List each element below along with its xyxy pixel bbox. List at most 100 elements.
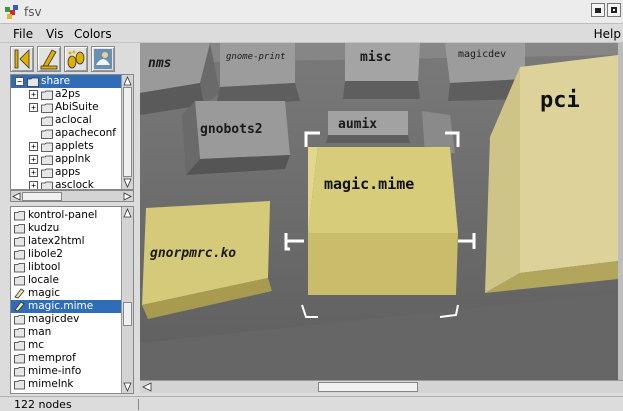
list-item[interactable]: locale (11, 274, 121, 287)
tree-item[interactable]: + applnk (11, 153, 123, 166)
minimize-button[interactable] (591, 3, 605, 17)
block-label: magic.mime (324, 175, 414, 193)
bird-view-button[interactable] (91, 46, 115, 72)
list-item[interactable]: latex2html (11, 235, 121, 248)
menu-vis[interactable]: Vis (46, 27, 64, 41)
folder-icon (14, 250, 25, 260)
cd-up-button[interactable] (37, 46, 61, 72)
list-item-label: magic (28, 287, 61, 299)
tree-item[interactable]: aclocal (11, 114, 123, 127)
menu-file[interactable]: File (13, 27, 33, 41)
scroll-right-arrow-icon[interactable] (123, 192, 132, 201)
collapse-icon[interactable]: − (15, 77, 24, 86)
tree-hscroll-thumb[interactable] (22, 192, 62, 201)
block-label: gnobots2 (200, 122, 263, 137)
tree-item[interactable]: + AbiSuite (11, 101, 123, 114)
block-aumix[interactable]: aumix (326, 111, 410, 143)
scroll-left-arrow-icon[interactable] (142, 382, 152, 392)
view-right-edge (618, 43, 623, 380)
tree-horizontal-scrollbar[interactable] (10, 190, 134, 202)
file-icon (14, 301, 25, 312)
tree-item[interactable]: + asclock (11, 179, 123, 189)
list-item[interactable]: man (11, 326, 121, 339)
folder-icon (41, 90, 53, 100)
window-title: fsv (24, 5, 42, 19)
menu-colors[interactable]: Colors (74, 27, 112, 41)
expand-icon[interactable]: + (29, 142, 38, 151)
block-misc[interactable]: misc (343, 43, 420, 99)
folder-icon (14, 237, 25, 247)
folder-icon (41, 129, 53, 139)
tree-item-label: applets (55, 140, 94, 152)
list-item[interactable]: memprof (11, 352, 121, 365)
list-item[interactable]: mimelnk (11, 378, 121, 391)
folder-icon (14, 276, 25, 286)
expand-icon[interactable]: + (29, 90, 38, 99)
tree-item-label: a2ps (55, 88, 81, 100)
folder-icon (41, 116, 53, 126)
expand-icon[interactable]: + (29, 168, 38, 177)
tree-item-label: apps (55, 166, 81, 178)
list-item-label: mimelnk (28, 378, 74, 390)
folder-icon (14, 341, 25, 351)
scroll-up-arrow-icon[interactable] (123, 208, 132, 218)
tree-scroll-thumb[interactable] (123, 87, 132, 177)
file-list[interactable]: kontrol-panel kudzu latex2html libole2 libto… (10, 206, 134, 394)
folder-icon (14, 315, 25, 325)
list-item-label: magicdev (28, 313, 80, 325)
block-gnome-print[interactable]: gnome-print (216, 43, 300, 105)
list-item-label: magic.mime (28, 300, 94, 312)
filesystem-3d-view[interactable]: nms gnome-print misc magicdev gnobots2 a… (140, 43, 618, 380)
directory-tree[interactable]: − share + a2ps + AbiSuite aclocal apacheconf + ap… (10, 74, 134, 190)
list-item[interactable]: libole2 (11, 248, 121, 261)
menu-help[interactable]: Help (594, 27, 621, 41)
bird-view-icon (94, 49, 112, 69)
status-separator (138, 399, 139, 410)
list-item-label: libtool (28, 261, 61, 273)
list-item[interactable]: libtool (11, 261, 121, 274)
block-label: pci (540, 88, 580, 113)
block-magic-mime[interactable]: magic.mime (284, 131, 476, 318)
tree-item[interactable]: + apps (11, 166, 123, 179)
list-vertical-scrollbar[interactable] (121, 207, 133, 393)
block-label: magicdev (458, 49, 506, 60)
cd-up-icon (40, 49, 58, 70)
back-to-root-button[interactable] (10, 46, 34, 72)
block-gnobots2[interactable]: gnobots2 (182, 101, 290, 175)
tree-item[interactable]: − share (11, 75, 123, 88)
list-item[interactable]: magic (11, 287, 121, 300)
tree-item[interactable]: + a2ps (11, 88, 123, 101)
scroll-left-arrow-icon[interactable] (12, 192, 21, 201)
view-hscroll-thumb[interactable] (318, 382, 418, 392)
folder-icon (14, 328, 25, 338)
scroll-down-arrow-icon[interactable] (123, 178, 132, 188)
list-item-label: libole2 (28, 248, 63, 260)
tree-item[interactable]: apacheconf (11, 127, 123, 140)
expand-icon[interactable]: + (29, 181, 38, 189)
list-scroll-thumb[interactable] (123, 302, 132, 326)
view-horizontal-scrollbar[interactable] (140, 380, 623, 393)
status-bar: 122 nodes (0, 396, 623, 411)
folder-icon (14, 224, 25, 234)
maximize-button[interactable] (607, 3, 621, 17)
tree-vertical-scrollbar[interactable] (121, 75, 133, 189)
title-bar: fsv (0, 0, 623, 24)
list-item[interactable]: magic.mime (11, 300, 121, 313)
expand-icon[interactable]: + (29, 155, 38, 164)
scroll-down-arrow-icon[interactable] (123, 382, 132, 392)
block-label: gnorpmrc.ko (150, 246, 236, 261)
scroll-up-arrow-icon[interactable] (123, 76, 132, 86)
block-label: misc (360, 50, 391, 65)
folder-icon (14, 367, 25, 377)
expand-icon[interactable]: + (29, 103, 38, 112)
tree-item[interactable]: + applets (11, 140, 123, 153)
footprints-button[interactable] (64, 46, 88, 72)
list-item[interactable]: kudzu (11, 222, 121, 235)
list-item[interactable]: mime-info (11, 365, 121, 378)
list-item[interactable]: kontrol-panel (11, 209, 121, 222)
list-item[interactable]: magicdev (11, 313, 121, 326)
tree-item-label: apacheconf (55, 127, 116, 139)
list-item[interactable]: mc (11, 339, 121, 352)
block-label: gnome-print (226, 52, 286, 62)
menu-bar: File Vis Colors Help (0, 24, 623, 43)
